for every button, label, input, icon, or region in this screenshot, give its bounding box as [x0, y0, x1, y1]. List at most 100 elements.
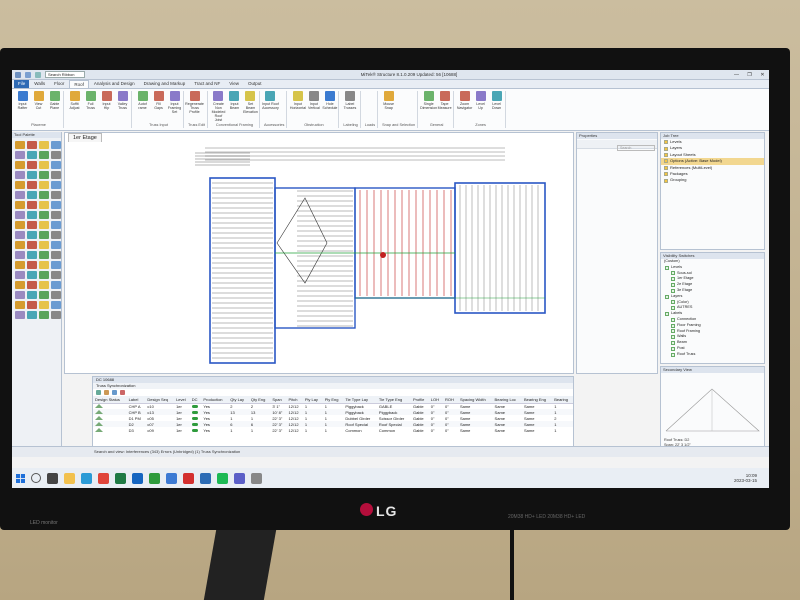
outlook-icon[interactable] [132, 472, 143, 484]
job-tree-item[interactable]: Grouping [661, 177, 764, 183]
ribbon-button[interactable]: Gable Plane [48, 91, 61, 123]
minimize-button[interactable]: — [733, 72, 740, 78]
column-header[interactable]: Spacing Width [457, 396, 493, 404]
tab-analysis[interactable]: Analysis and Design [89, 80, 139, 88]
tool-icon[interactable] [27, 191, 37, 199]
tool-icon[interactable] [15, 221, 25, 229]
ribbon-button[interactable]: Zoom Navigator [457, 91, 472, 123]
windows-start-icon[interactable] [16, 473, 25, 483]
filter-icon[interactable] [104, 390, 109, 395]
ribbon-button[interactable]: Level Up [474, 91, 487, 123]
tool-icon[interactable] [15, 301, 25, 309]
tool-icon[interactable] [51, 161, 61, 169]
tool-icon[interactable] [39, 291, 49, 299]
tool-icon[interactable] [15, 151, 25, 159]
tab-walls[interactable]: Walls [30, 80, 50, 88]
ribbon-button[interactable]: Input Vertical [307, 91, 320, 123]
checkbox[interactable] [665, 312, 669, 317]
tool-icon[interactable] [39, 241, 49, 249]
tool-icon[interactable] [51, 191, 61, 199]
ribbon-button[interactable]: Label Trusses [343, 91, 356, 123]
checkbox[interactable] [671, 352, 675, 357]
column-header[interactable]: Bearing [552, 396, 573, 404]
column-header[interactable]: Design Status [93, 396, 127, 404]
ribbon-button[interactable]: Input Horizontal [290, 91, 306, 123]
tool-icon[interactable] [27, 241, 37, 249]
ribbon-button[interactable]: Autof rame [136, 91, 149, 123]
acrobat-icon[interactable] [183, 472, 194, 484]
checkbox[interactable] [671, 329, 675, 334]
tool-icon[interactable] [27, 221, 37, 229]
tool-icon[interactable] [39, 181, 49, 189]
close-button[interactable]: ✕ [759, 72, 766, 78]
tool-icon[interactable] [15, 271, 25, 279]
tool-icon[interactable] [15, 261, 25, 269]
checkbox[interactable] [671, 317, 675, 322]
checkbox[interactable] [671, 323, 675, 328]
tool-icon[interactable] [15, 311, 25, 319]
column-header[interactable]: Span [270, 396, 287, 404]
tool-icon[interactable] [51, 141, 61, 149]
undo-icon[interactable] [35, 71, 41, 78]
floor-plan-canvas[interactable] [65, 143, 573, 373]
tool-icon[interactable] [15, 161, 25, 169]
tab-drawing[interactable]: Drawing and Markup [139, 80, 190, 88]
column-header[interactable]: Bearing Eng [521, 396, 553, 404]
ribbon-button[interactable]: Input Roof Accessory [262, 91, 279, 123]
checkbox[interactable] [671, 277, 675, 282]
ribbon-button[interactable]: Valley Truss [116, 91, 129, 123]
tool-icon[interactable] [51, 251, 61, 259]
tab-tract[interactable]: Tract and NF [190, 80, 225, 88]
ribbon-button[interactable]: Fill Gaps [152, 91, 165, 123]
tool-icon[interactable] [51, 231, 61, 239]
tool-icon[interactable] [39, 191, 49, 199]
checkbox[interactable] [671, 335, 675, 340]
tool-icon[interactable] [15, 211, 25, 219]
teams-icon[interactable] [234, 472, 245, 484]
checkbox[interactable] [671, 346, 675, 351]
tool-icon[interactable] [39, 271, 49, 279]
checkbox[interactable] [671, 283, 675, 288]
visibility-item[interactable]: Roof Truss [661, 352, 764, 358]
tool-icon[interactable] [27, 271, 37, 279]
chrome-icon[interactable] [98, 472, 109, 484]
tool-icon[interactable] [15, 291, 25, 299]
tab-output[interactable]: Output [243, 80, 266, 88]
tool-icon[interactable] [27, 301, 37, 309]
column-header[interactable]: Tie Type Eng [376, 396, 411, 404]
export-icon[interactable] [112, 390, 117, 395]
tool-icon[interactable] [39, 261, 49, 269]
ribbon-button[interactable]: Input Hip [100, 91, 113, 123]
checkbox[interactable] [665, 265, 669, 270]
table-row[interactable]: D3 c09 1er Yes 1 1 22' 3" 12/12 1 1 Common Common Ga… [93, 427, 573, 433]
tool-icon[interactable] [15, 241, 25, 249]
maximize-button[interactable]: ❐ [746, 72, 753, 78]
tool-icon[interactable] [15, 141, 25, 149]
spotify-icon[interactable] [217, 472, 228, 484]
column-header[interactable]: Bearing Loc [492, 396, 522, 404]
column-header[interactable]: Ply Eng [322, 396, 344, 404]
tool-icon[interactable] [39, 251, 49, 259]
checkbox[interactable] [671, 271, 675, 276]
tool-icon[interactable] [39, 171, 49, 179]
drawing-view[interactable]: 1er Etage [64, 132, 574, 374]
tool-icon[interactable] [39, 311, 49, 319]
tool-icon[interactable] [39, 151, 49, 159]
tool-icon[interactable] [27, 141, 37, 149]
tool-icon[interactable] [51, 281, 61, 289]
tool-icon[interactable] [15, 231, 25, 239]
app-icon[interactable] [149, 472, 160, 484]
ribbon-button[interactable]: Tape Measure [438, 91, 452, 123]
tool-icon[interactable] [39, 281, 49, 289]
tool-icon[interactable] [27, 201, 37, 209]
ribbon-button[interactable]: Set Beam Elevation [243, 91, 258, 123]
ribbon-button[interactable]: Level Down [490, 91, 503, 123]
task-view-icon[interactable] [47, 472, 58, 484]
tool-icon[interactable] [27, 181, 37, 189]
ribbon-button[interactable]: Input Framing Set [168, 91, 181, 123]
tool-icon[interactable] [27, 261, 37, 269]
column-header[interactable]: LOH [428, 396, 443, 404]
tool-icon[interactable] [27, 151, 37, 159]
ribbon-search-input[interactable]: Search Ribbon [45, 71, 85, 78]
tool-icon[interactable] [51, 181, 61, 189]
